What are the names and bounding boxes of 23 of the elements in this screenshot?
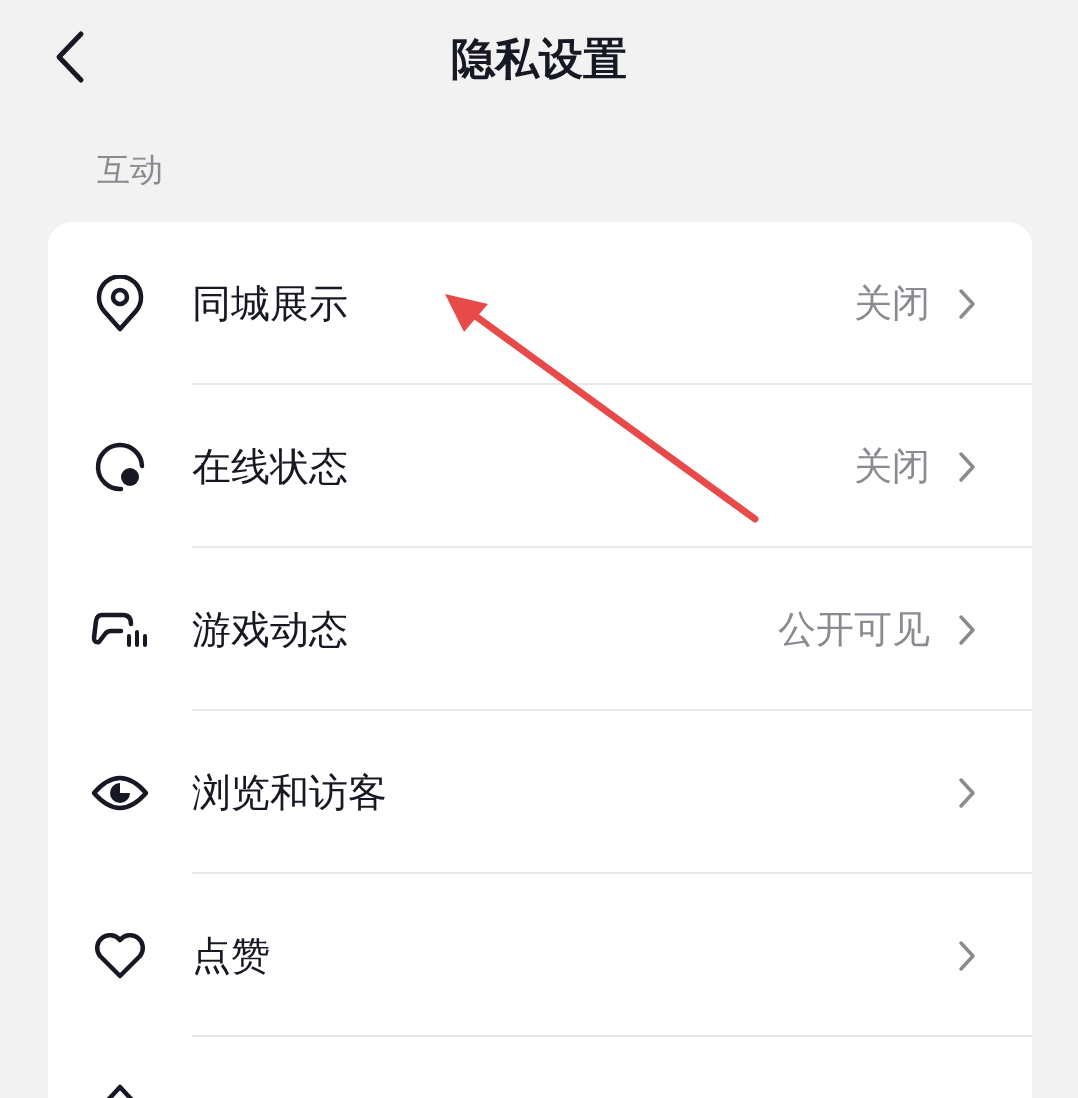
settings-row[interactable]: 在线状态 关闭 xyxy=(48,385,1032,548)
row-value: 关闭 xyxy=(854,443,930,490)
chevron-right-icon xyxy=(958,939,976,972)
chevron-right-icon xyxy=(958,450,976,483)
row-label: 同城展示 xyxy=(192,279,349,328)
settings-row[interactable]: 同城展示 关闭 xyxy=(48,222,1032,385)
row-value: 关闭 xyxy=(854,280,930,327)
location-pin-icon xyxy=(94,274,146,333)
heart-icon xyxy=(93,931,147,980)
page-title: 隐私设置 xyxy=(451,31,627,86)
status-circle-icon xyxy=(94,440,146,493)
row-label: 点赞 xyxy=(192,931,271,980)
row-label: 在线状态 xyxy=(192,442,349,491)
settings-row[interactable]: 浏览和访客 xyxy=(48,711,1032,874)
section-title: 互动 xyxy=(97,150,163,189)
row-label: 浏览和访客 xyxy=(192,768,388,817)
settings-row[interactable]: 点赞 xyxy=(48,874,1032,1037)
row-value: 公开可见 xyxy=(778,606,930,653)
chevron-right-icon xyxy=(958,613,976,646)
chevron-right-icon xyxy=(958,287,976,320)
chevron-right-icon xyxy=(958,776,976,809)
row-label: 游戏动态 xyxy=(192,605,349,654)
settings-row[interactable]: 游戏动态 公开可见 xyxy=(48,548,1032,711)
